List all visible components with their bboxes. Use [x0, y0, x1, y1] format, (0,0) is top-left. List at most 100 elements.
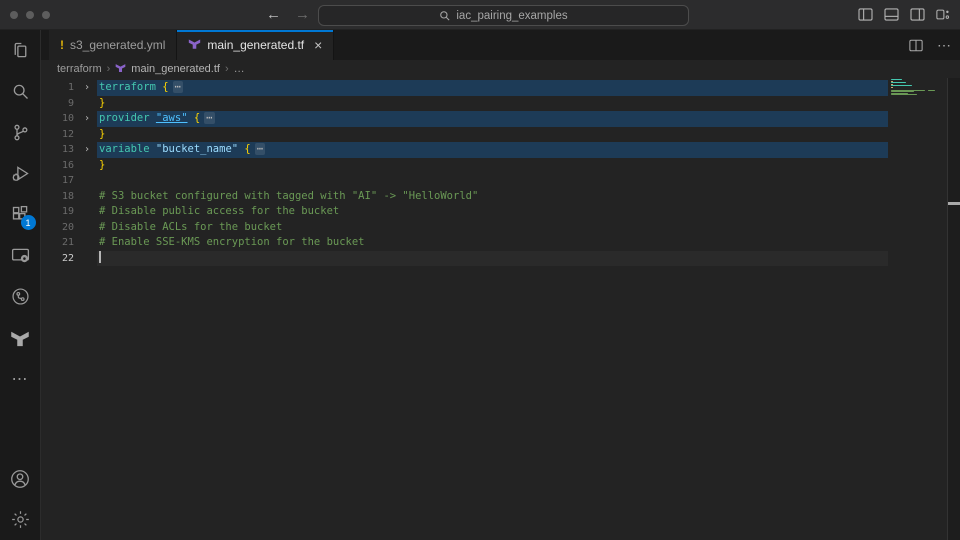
line-number: 20 [41, 220, 77, 236]
breadcrumb-symbol-more[interactable]: … [234, 63, 245, 75]
code-line-17[interactable]: 17 [41, 173, 888, 189]
token-br: } [99, 159, 105, 171]
source-control-icon[interactable] [0, 112, 41, 153]
line-content[interactable]: variable "bucket_name" { ⋯ [97, 142, 888, 158]
terraform-view-icon[interactable] [0, 317, 41, 358]
code-line-10[interactable]: 10›provider "aws" {⋯ [41, 111, 888, 127]
line-content[interactable]: # Disable ACLs for the bucket [97, 220, 888, 236]
token-fold: ⋯ [255, 143, 265, 155]
search-view-icon[interactable] [0, 71, 41, 112]
fold-column [77, 251, 97, 267]
close-window-dot[interactable] [10, 11, 18, 19]
title-bar: ← → iac_pairing_examples [0, 0, 960, 30]
minimap-line-mark [891, 94, 917, 95]
token-br: { [194, 112, 200, 124]
window-controls[interactable] [10, 11, 50, 19]
command-center-text: iac_pairing_examples [456, 10, 567, 22]
token-cm: # Enable SSE-KMS encryption for the buck… [99, 236, 365, 248]
minimap-line-mark [891, 82, 906, 83]
tab-bar: ! s3_generated.yml main_generated.tf × [41, 30, 960, 60]
line-number: 17 [41, 173, 77, 189]
fold-chevron-icon[interactable]: › [77, 111, 97, 127]
tab-main-generated-tf[interactable]: main_generated.tf × [177, 30, 334, 60]
git-graph-icon[interactable] [0, 276, 41, 317]
close-tab-icon[interactable]: × [314, 37, 322, 53]
code-line-1[interactable]: 1›terraform {⋯ [41, 80, 888, 96]
explorer-icon[interactable] [0, 30, 41, 71]
fold-column [77, 189, 97, 205]
code-line-16[interactable]: 16} [41, 158, 888, 174]
line-number: 13 [41, 142, 77, 158]
fold-column [77, 235, 97, 251]
more-views-icon[interactable]: ⋯ [0, 358, 41, 399]
line-content[interactable]: } [97, 96, 888, 112]
navigate-back-icon[interactable]: ← [266, 7, 281, 22]
code-lines[interactable]: 1›terraform {⋯9}10›provider "aws" {⋯12}1… [41, 78, 888, 540]
extensions-icon[interactable]: 1 [0, 194, 41, 235]
code-editor[interactable]: 1›terraform {⋯9}10›provider "aws" {⋯12}1… [41, 78, 960, 540]
tab-s3-generated-yml[interactable]: ! s3_generated.yml [49, 30, 177, 60]
fold-column [77, 158, 97, 174]
token-kw: provider [99, 112, 156, 124]
line-content[interactable]: # Disable public access for the bucket [97, 204, 888, 220]
breadcrumb-separator: › [225, 63, 229, 75]
overview-ruler-mark [948, 202, 960, 205]
account-icon[interactable] [0, 458, 41, 499]
code-line-13[interactable]: 13›variable "bucket_name" { ⋯ [41, 142, 888, 158]
code-line-22[interactable]: 22 [41, 251, 888, 267]
run-debug-icon[interactable] [0, 153, 41, 194]
toggle-panel-icon[interactable] [884, 8, 899, 21]
remote-explorer-icon[interactable] [0, 235, 41, 276]
settings-gear-icon[interactable] [0, 499, 41, 540]
minimap[interactable] [888, 78, 947, 540]
fold-column [77, 96, 97, 112]
vscode-window: ← → iac_pairing_examples [0, 0, 960, 540]
token-cm: # Disable public access for the bucket [99, 205, 339, 217]
token-kw: variable [99, 143, 156, 155]
split-editor-icon[interactable] [909, 39, 923, 52]
tab-label: main_generated.tf [207, 38, 304, 52]
line-content[interactable]: provider "aws" {⋯ [97, 111, 888, 127]
token-br: { [162, 81, 168, 93]
navigate-forward-icon[interactable]: → [295, 7, 310, 22]
line-content[interactable]: # S3 bucket configured with tagged with … [97, 189, 888, 205]
line-content[interactable]: terraform {⋯ [97, 80, 888, 96]
breadcrumb-file[interactable]: main_generated.tf [131, 63, 220, 75]
command-center-search[interactable]: iac_pairing_examples [318, 5, 689, 26]
zoom-window-dot[interactable] [42, 11, 50, 19]
fold-chevron-icon[interactable]: › [77, 80, 97, 96]
minimap-line-mark [891, 79, 902, 80]
token-br: { [244, 143, 250, 155]
editor-scrollbar[interactable] [947, 78, 960, 540]
toggle-secondary-sidebar-icon[interactable] [910, 8, 925, 21]
line-content[interactable] [97, 173, 888, 189]
activity-bar: 1 ⋯ [0, 30, 41, 540]
code-line-9[interactable]: 9} [41, 96, 888, 112]
fold-chevron-icon[interactable]: › [77, 142, 97, 158]
minimap-line-mark [928, 90, 935, 91]
code-line-12[interactable]: 12} [41, 127, 888, 143]
breadcrumb[interactable]: terraform › main_generated.tf › … [41, 60, 960, 78]
fold-column [77, 220, 97, 236]
terraform-file-icon [188, 37, 201, 53]
token-str: "bucket_name" [156, 143, 238, 155]
editor-actions-more-icon[interactable]: ⋯ [937, 37, 952, 54]
line-number: 21 [41, 235, 77, 251]
search-icon [439, 10, 451, 22]
line-content[interactable]: } [97, 158, 888, 174]
customize-layout-icon[interactable] [936, 8, 950, 21]
code-line-18[interactable]: 18# S3 bucket configured with tagged wit… [41, 189, 888, 205]
breadcrumb-folder[interactable]: terraform [57, 63, 102, 75]
token-fold: ⋯ [204, 112, 214, 124]
code-line-20[interactable]: 20 # Disable ACLs for the bucket [41, 220, 888, 236]
line-content[interactable]: } [97, 127, 888, 143]
line-content[interactable]: # Enable SSE-KMS encryption for the buck… [97, 235, 888, 251]
code-line-21[interactable]: 21 # Enable SSE-KMS encryption for the bu… [41, 235, 888, 251]
fold-column [77, 127, 97, 143]
toggle-primary-sidebar-icon[interactable] [858, 8, 873, 21]
code-line-19[interactable]: 19# Disable public access for the bucket [41, 204, 888, 220]
token-br: } [99, 128, 105, 140]
token-fold: ⋯ [173, 81, 183, 93]
line-content[interactable] [97, 251, 888, 267]
minimize-window-dot[interactable] [26, 11, 34, 19]
